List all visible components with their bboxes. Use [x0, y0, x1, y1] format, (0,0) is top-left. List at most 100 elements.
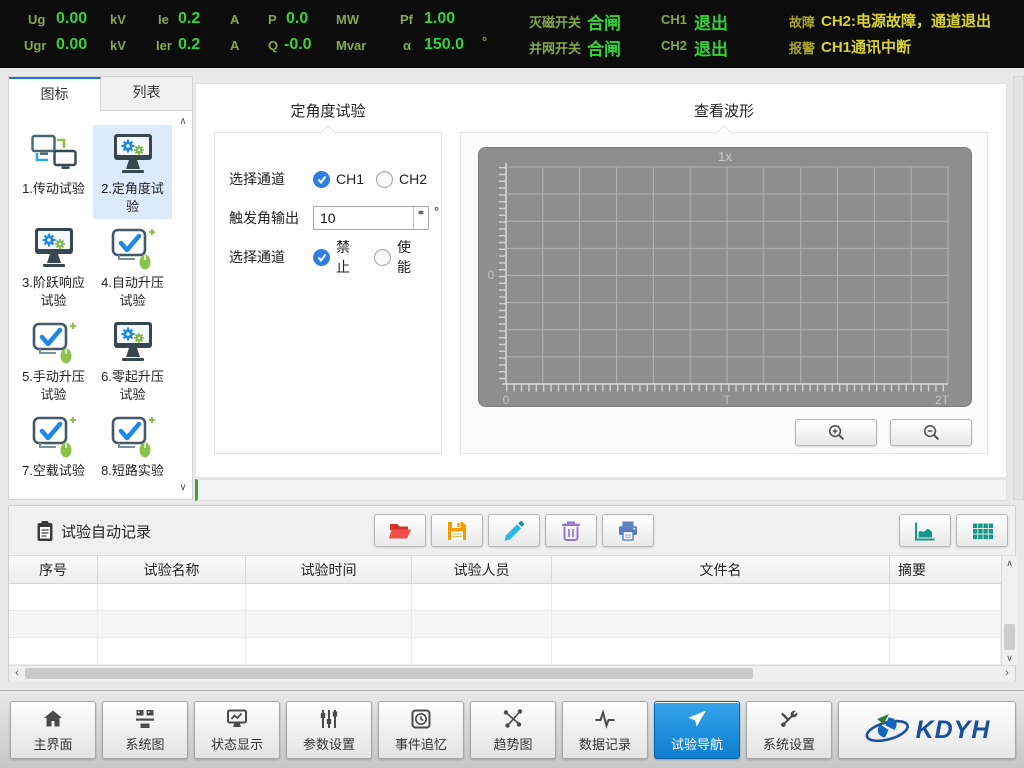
ie-value: 0.2 — [178, 10, 200, 28]
monitor-check-mouse-icon — [95, 412, 170, 462]
trend-chart-icon — [501, 707, 525, 731]
sidebar-item-auto-boost-test[interactable]: 4.自动升压试验 — [93, 219, 172, 313]
radio-enable-label[interactable]: 使能 — [397, 237, 423, 277]
nav-system-settings-button[interactable]: 系统设置 — [746, 701, 832, 759]
zoom-out-button[interactable] — [890, 419, 972, 446]
ch2-status-label: CH2 — [661, 38, 687, 53]
angle-output-row: 触发角输出 ° — [229, 205, 435, 231]
print-record-button[interactable] — [602, 514, 654, 547]
monitor-check-mouse-icon — [16, 318, 91, 368]
app-window: Ug 0.00 kV Ie 0.2 A P 0.0 MW Pf 1.00 Ugr… — [0, 0, 1024, 768]
radio-ch2-label[interactable]: CH2 — [399, 171, 427, 187]
monitor-check-mouse-icon — [95, 224, 170, 274]
sidebar-item-short-circuit-test[interactable]: 8.短路实验 — [93, 407, 172, 497]
sidebar-tabs: 图标 列表 — [9, 77, 192, 111]
table-view-button[interactable] — [956, 514, 1008, 547]
scroll-right-icon[interactable]: › — [999, 666, 1015, 681]
form-panel-title: 定角度试验 — [214, 100, 442, 121]
cell-index — [9, 611, 98, 637]
sidebar-item-zero-start-boost-test[interactable]: 6.零起升压试验 — [93, 313, 172, 407]
ugr-label: Ugr — [24, 38, 46, 53]
nav-data-record-button[interactable]: 数据记录 — [562, 701, 648, 759]
delete-record-button[interactable] — [545, 514, 597, 547]
edit-record-button[interactable] — [488, 514, 540, 547]
kdyh-logo-icon — [864, 709, 910, 751]
q-value: -0.0 — [284, 36, 312, 54]
nav-label: 数据记录 — [579, 734, 631, 753]
monitor-gear-icon — [16, 224, 91, 274]
ier-unit: A — [230, 38, 239, 53]
fault-message: CH2:电源故障，通道退出 — [821, 10, 991, 31]
zoom-in-button[interactable] — [795, 419, 877, 446]
demag-switch-label: 灭磁开关 — [529, 12, 581, 31]
sidebar-scroll-down-icon[interactable]: ∨ — [176, 481, 190, 495]
print-icon — [616, 520, 640, 542]
monitor-gear-icon — [95, 318, 170, 368]
radio-ch2[interactable] — [376, 171, 393, 188]
sidebar-item-fixed-angle-test[interactable]: 2.定角度试验 — [93, 125, 172, 219]
nav-test-navigation-button[interactable]: 试验导航 — [654, 701, 740, 759]
column-header-test-name: 试验名称 — [98, 556, 246, 583]
scrollbar-thumb[interactable] — [1004, 624, 1015, 650]
cell-summary — [890, 584, 1001, 610]
open-record-button[interactable] — [374, 514, 426, 547]
nav-event-recall-button[interactable]: 事件追忆 — [378, 701, 464, 759]
monitor-check-mouse-icon — [16, 412, 91, 462]
scale-label: 1x — [718, 149, 732, 164]
main-scrollbar[interactable] — [1013, 76, 1024, 500]
cell-file-name — [552, 611, 890, 637]
tab-list[interactable]: 列表 — [101, 77, 192, 111]
radio-disable[interactable] — [313, 249, 330, 266]
scroll-down-icon[interactable]: ∨ — [1002, 651, 1017, 665]
angle-output-label: 触发角输出 — [229, 208, 313, 228]
waveform-plot: 1x 0 0 T 2T — [478, 147, 972, 407]
demag-switch-value: 合闸 — [587, 9, 621, 34]
scrollbar-thumb[interactable] — [25, 668, 753, 679]
cell-tester — [412, 638, 552, 664]
nav-system-diagram-button[interactable]: 系统图 — [102, 701, 188, 759]
angle-output-input[interactable] — [314, 207, 412, 229]
cell-test-time — [246, 638, 412, 664]
table-view-icon — [970, 520, 994, 542]
enable-select-row: 选择通道 禁止 使能 — [229, 244, 435, 270]
cell-index — [9, 584, 98, 610]
nav-parameter-settings-button[interactable]: 参数设置 — [286, 701, 372, 759]
waveform-panel-notch — [717, 125, 731, 139]
ier-value: 0.2 — [178, 36, 200, 54]
sidebar-scroll-up-icon[interactable]: ∧ — [176, 115, 190, 129]
sidebar-item-transmission-test[interactable]: 1.传动试验 — [14, 125, 93, 219]
nav-status-display-button[interactable]: 状态显示 — [194, 701, 280, 759]
tab-icons-label: 图标 — [41, 86, 69, 102]
radio-enable[interactable] — [374, 249, 391, 266]
waveform-view-button[interactable] — [899, 514, 951, 547]
radio-ch1[interactable] — [313, 171, 330, 188]
records-vertical-scrollbar[interactable]: ∧ ∨ — [1001, 556, 1017, 665]
ug-value: 0.00 — [56, 10, 87, 28]
sidebar-item-label: 5.手动升压试验 — [16, 368, 91, 403]
records-title: 试验自动记录 — [61, 521, 151, 542]
sidebar-item-step-response-test[interactable]: 3.阶跃响应试验 — [14, 219, 93, 313]
nav-label: 状态显示 — [211, 734, 263, 753]
sidebar-item-manual-boost-test[interactable]: 5.手动升压试验 — [14, 313, 93, 407]
radio-ch1-label[interactable]: CH1 — [336, 171, 364, 187]
zoom-in-icon — [827, 423, 846, 442]
waveform-panel: 1x 0 0 T 2T — [460, 132, 988, 454]
tab-icons[interactable]: 图标 — [9, 77, 101, 111]
scroll-up-icon[interactable]: ∧ — [1002, 556, 1017, 570]
system-diagram-icon — [133, 707, 157, 731]
test-navigation-icon — [685, 707, 709, 731]
nav-trend-chart-button[interactable]: 趋势图 — [470, 701, 556, 759]
alpha-unit: ° — [482, 34, 487, 49]
save-record-button[interactable] — [431, 514, 483, 547]
scroll-left-icon[interactable]: ‹ — [9, 666, 25, 681]
radio-disable-label[interactable]: 禁止 — [336, 237, 362, 277]
cell-test-time — [246, 611, 412, 637]
records-view-switcher — [899, 514, 1008, 547]
ch1-status-label: CH1 — [661, 12, 687, 27]
sidebar-item-label: 3.阶跃响应试验 — [16, 274, 91, 309]
nav-label: 系统图 — [125, 734, 164, 753]
sidebar-item-no-load-test[interactable]: 7.空载试验 — [14, 407, 93, 497]
kdyh-logo-button[interactable]: KDYH — [838, 701, 1016, 759]
records-horizontal-scrollbar[interactable]: ‹ › — [9, 665, 1015, 681]
nav-main-screen-button[interactable]: 主界面 — [10, 701, 96, 759]
